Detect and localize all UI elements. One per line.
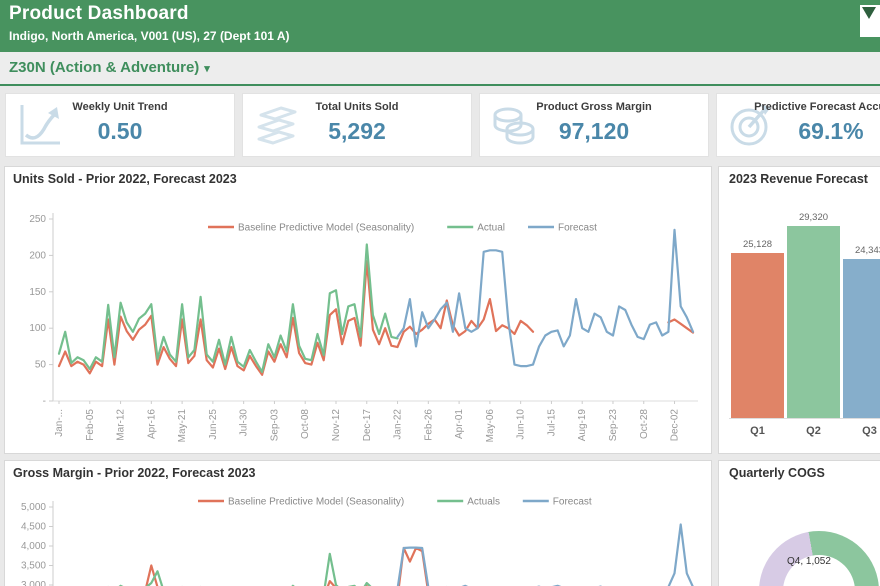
- svg-text:Jan-22: Jan-22: [393, 409, 404, 440]
- svg-text:Jun-10: Jun-10: [516, 409, 527, 440]
- svg-text:Jun-25: Jun-25: [208, 409, 219, 440]
- svg-text:Dec-02: Dec-02: [670, 409, 681, 442]
- kpi-card-product-gross-margin: Product Gross Margin 97,120: [479, 93, 709, 157]
- page-subtitle: Indigo, North America, V001 (US), 27 (De…: [9, 29, 290, 43]
- gross-margin-line-chart[interactable]: 5,0004,5004,0003,5003,0002,500Baseline P…: [13, 485, 703, 586]
- svg-text:100: 100: [29, 323, 46, 334]
- svg-text:4,500: 4,500: [21, 522, 46, 533]
- svg-text:5,000: 5,000: [21, 502, 46, 513]
- product-filter-dropdown[interactable]: Z30N (Action & Adventure) ▾: [9, 59, 210, 76]
- svg-text:Jul-15: Jul-15: [546, 409, 557, 437]
- quarterly-cogs-panel: Quarterly COGS Q4, 1,052: [718, 460, 880, 586]
- svg-text:50: 50: [35, 360, 47, 371]
- bar-category-label: Q3: [843, 425, 880, 437]
- kpi-label: Total Units Sold: [243, 101, 471, 113]
- revenue-forecast-panel: 2023 Revenue Forecast 25,12829,32024,343…: [718, 166, 880, 454]
- svg-text:May-21: May-21: [177, 409, 188, 443]
- svg-text:Jul-30: Jul-30: [239, 409, 250, 437]
- revenue-forecast-title: 2023 Revenue Forecast: [729, 172, 880, 191]
- svg-text:200: 200: [29, 250, 46, 261]
- units-sold-title: Units Sold - Prior 2022, Forecast 2023: [13, 172, 703, 191]
- bar-value-label: 29,320: [787, 212, 840, 223]
- dashboard-screen: { "header": { "title": "Product Dashboar…: [0, 0, 880, 586]
- svg-text:150: 150: [29, 287, 46, 298]
- revenue-bar-q1[interactable]: 25,128: [731, 253, 784, 418]
- revenue-bar-q3[interactable]: 24,343: [843, 259, 880, 418]
- page-title: Product Dashboard: [9, 3, 189, 25]
- kpi-value: 5,292: [243, 118, 471, 145]
- svg-text:Dec-17: Dec-17: [362, 409, 373, 442]
- logo-mark-icon: [860, 5, 880, 37]
- product-filter-value: Z30N (Action & Adventure): [9, 59, 199, 76]
- svg-text:Nov-12: Nov-12: [331, 409, 342, 442]
- quarterly-cogs-title: Quarterly COGS: [729, 466, 880, 485]
- kpi-row: Weekly Unit Trend 0.50 Total Units Sold …: [0, 86, 880, 162]
- svg-text:Sep-23: Sep-23: [608, 409, 619, 442]
- svg-text:Aug-19: Aug-19: [577, 409, 588, 442]
- svg-text:250: 250: [29, 214, 46, 225]
- svg-text:3,500: 3,500: [21, 561, 46, 572]
- revenue-bar-chart[interactable]: 25,12829,32024,343 Q1Q2Q3: [729, 215, 880, 437]
- app-logo: [860, 5, 880, 37]
- svg-text:Baseline Predictive Model (Sea: Baseline Predictive Model (Seasonality): [238, 223, 414, 234]
- kpi-card-weekly-unit-trend: Weekly Unit Trend 0.50: [5, 93, 235, 157]
- svg-text:May-06: May-06: [485, 409, 496, 443]
- svg-text:Forecast: Forecast: [553, 497, 592, 508]
- kpi-label: Weekly Unit Trend: [6, 101, 234, 113]
- app-header: Product Dashboard Indigo, North America,…: [0, 0, 880, 52]
- bar-category-label: Q1: [731, 425, 784, 437]
- gross-margin-title: Gross Margin - Prior 2022, Forecast 2023: [13, 466, 703, 485]
- kpi-value: 97,120: [480, 118, 708, 145]
- bottom-row: Gross Margin - Prior 2022, Forecast 2023…: [4, 460, 880, 586]
- svg-text:4,000: 4,000: [21, 541, 46, 552]
- svg-text:Sep-03: Sep-03: [269, 409, 280, 442]
- svg-text:-: -: [43, 396, 46, 407]
- svg-text:Jan-...: Jan-...: [54, 409, 65, 437]
- svg-text:Baseline Predictive Model (Sea: Baseline Predictive Model (Seasonality): [228, 497, 404, 508]
- svg-text:Actuals: Actuals: [467, 497, 500, 508]
- revenue-bars: 25,12829,32024,343: [729, 214, 880, 419]
- svg-text:Feb-05: Feb-05: [85, 409, 96, 441]
- bar-value-label: 25,128: [731, 239, 784, 250]
- filter-bar: Z30N (Action & Adventure) ▾: [0, 52, 880, 86]
- main-row: Units Sold - Prior 2022, Forecast 2023 2…: [4, 166, 880, 454]
- kpi-label: Predictive Forecast Accuracy: [717, 101, 880, 113]
- kpi-label: Product Gross Margin: [480, 101, 708, 113]
- bar-value-label: 24,343: [843, 245, 880, 256]
- kpi-card-total-units-sold: Total Units Sold 5,292: [242, 93, 472, 157]
- svg-text:Mar-12: Mar-12: [116, 409, 127, 441]
- units-sold-panel: Units Sold - Prior 2022, Forecast 2023 2…: [4, 166, 712, 454]
- units-sold-line-chart[interactable]: 250 200 150 100 50 -Jan-... Feb-05 Mar-12 Apr-16…: [13, 191, 703, 453]
- cogs-slice-label: Q4, 1,052: [787, 556, 831, 567]
- svg-text:Apr-16: Apr-16: [146, 409, 157, 439]
- svg-text:Forecast: Forecast: [558, 223, 597, 234]
- svg-text:3,000: 3,000: [21, 580, 46, 586]
- svg-text:Apr-01: Apr-01: [454, 409, 465, 439]
- kpi-value: 69.1%: [717, 118, 880, 145]
- revenue-categories: Q1Q2Q3: [729, 425, 880, 437]
- chevron-down-icon: ▾: [204, 63, 210, 75]
- svg-text:Oct-28: Oct-28: [639, 409, 650, 439]
- svg-text:Oct-08: Oct-08: [300, 409, 311, 439]
- kpi-value: 0.50: [6, 118, 234, 145]
- bar-category-label: Q2: [787, 425, 840, 437]
- svg-text:Actual: Actual: [477, 223, 505, 234]
- kpi-card-forecast-accuracy: Predictive Forecast Accuracy 69.1%: [716, 93, 880, 157]
- svg-text:Feb-26: Feb-26: [423, 409, 434, 441]
- gross-margin-panel: Gross Margin - Prior 2022, Forecast 2023…: [4, 460, 712, 586]
- revenue-bar-q2[interactable]: 29,320: [787, 226, 840, 418]
